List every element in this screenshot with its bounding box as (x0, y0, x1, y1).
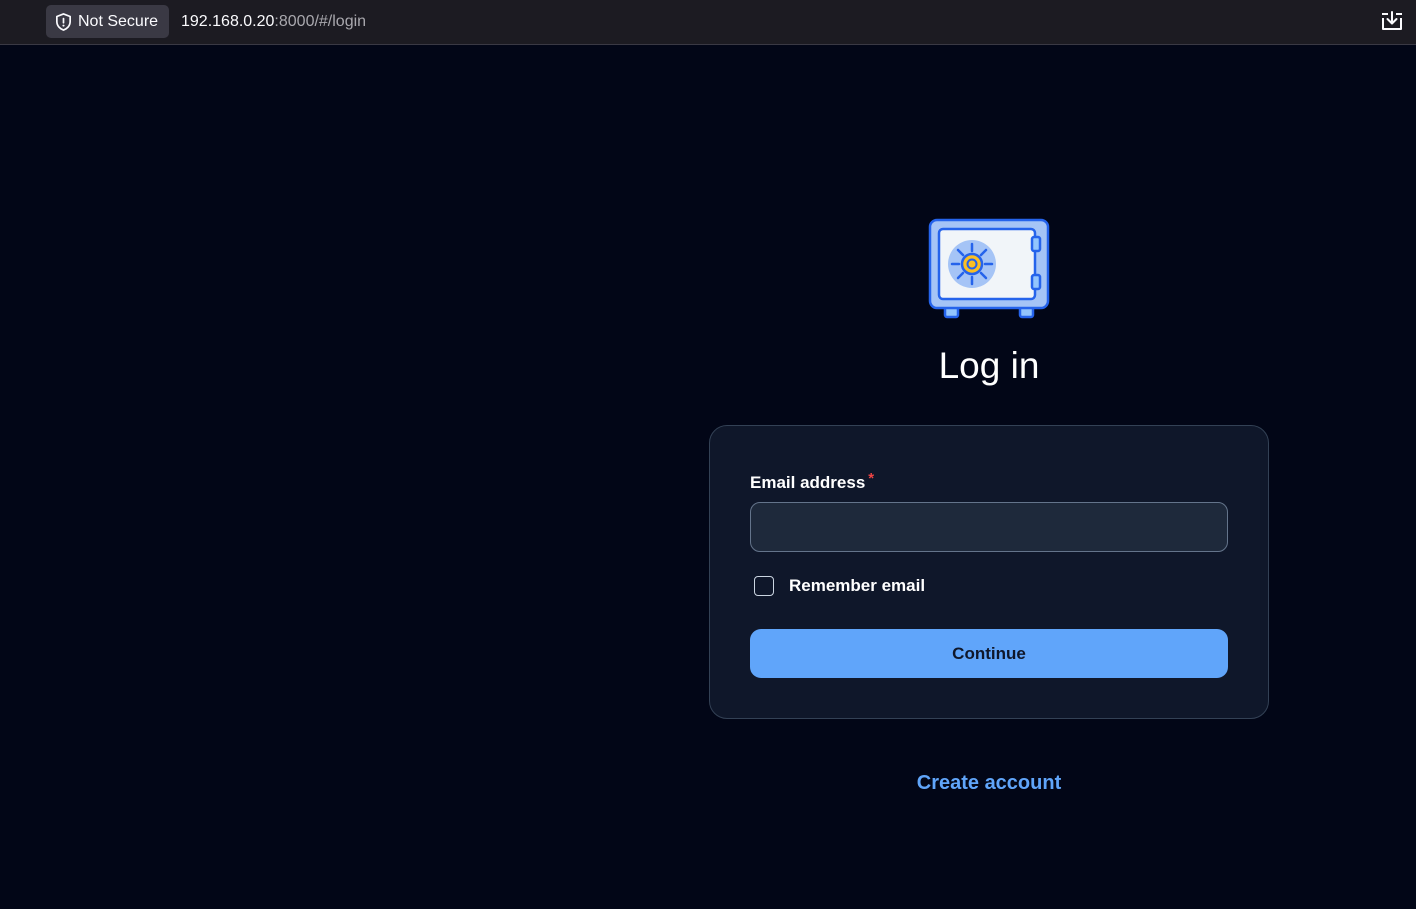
login-form-card: Email address * Remember email Continue (709, 425, 1269, 719)
download-icon[interactable] (1380, 10, 1404, 32)
email-field[interactable] (750, 502, 1228, 552)
address-bar[interactable]: 192.168.0.20:8000/#/login (181, 12, 366, 32)
browser-toolbar: Not Secure 192.168.0.20:8000/#/login (0, 0, 1416, 45)
required-marker: * (868, 470, 875, 487)
site-security-indicator[interactable]: Not Secure (46, 5, 170, 38)
create-account-link[interactable]: Create account (709, 770, 1269, 796)
security-label: Not Secure (78, 12, 159, 30)
shield-icon (55, 12, 72, 31)
remember-email-checkbox[interactable] (754, 576, 774, 596)
remember-email-option[interactable]: Remember email (754, 576, 925, 596)
remember-email-label[interactable]: Remember email (789, 576, 925, 596)
continue-button[interactable]: Continue (750, 629, 1228, 678)
page-title: Log in (938, 345, 1040, 386)
url-path: :8000/#/login (274, 13, 367, 30)
login-page: Log in Email address * Remember email Con… (0, 46, 1416, 909)
url-host: 192.168.0.20 (181, 13, 275, 30)
vault-safe-logo-icon (928, 218, 1050, 319)
email-label: Email address * (750, 468, 874, 494)
email-label-text: Email address (750, 473, 866, 492)
